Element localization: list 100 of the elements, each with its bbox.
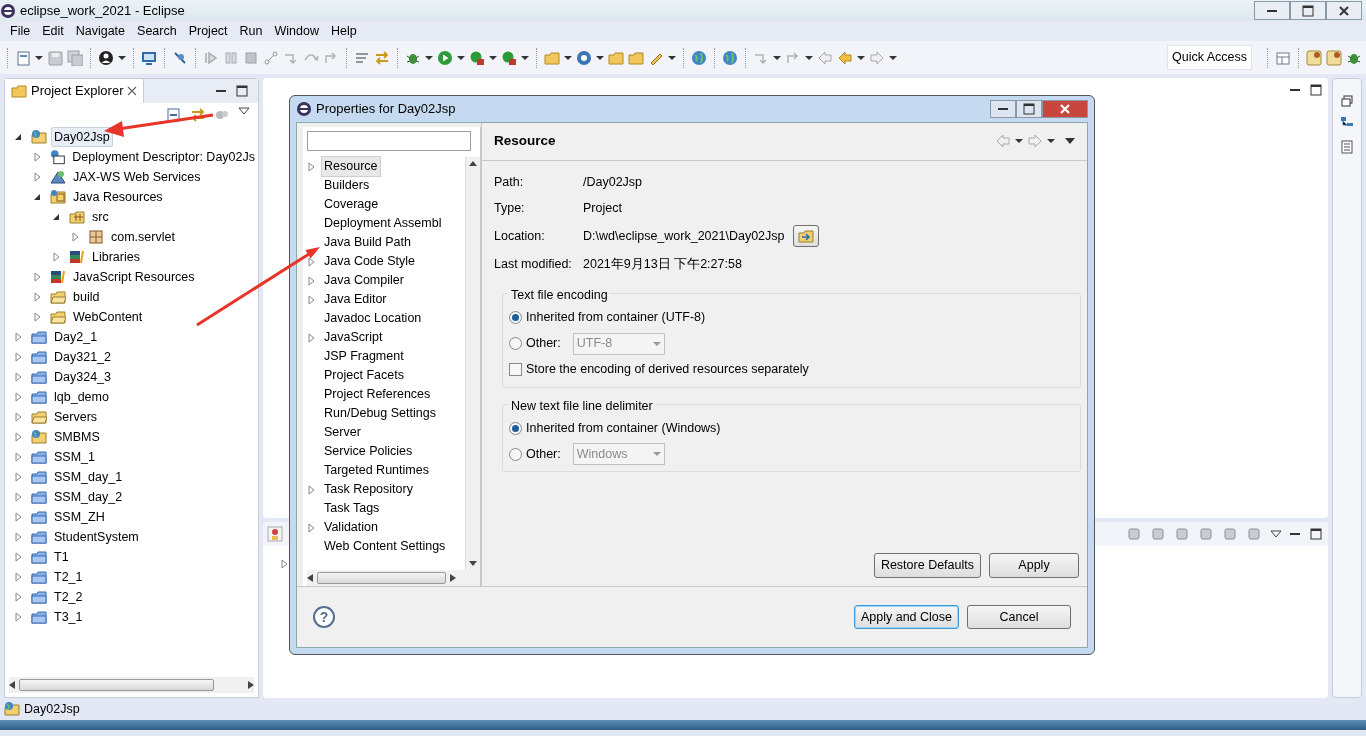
minimize-button[interactable] [990,99,1016,118]
tree-item[interactable]: StudentSystem [51,526,142,548]
nav-item[interactable]: Web Content Settings [321,536,449,557]
monitor-icon[interactable] [141,49,157,66]
tree-item[interactable]: Day324_3 [51,366,114,388]
menu-item[interactable]: Search [131,21,183,41]
dialog-button[interactable]: Apply and Close [853,604,959,630]
view-menu-icon[interactable] [1065,138,1075,145]
caret-icon[interactable] [489,55,497,60]
nav-item[interactable]: Java Compiler [321,270,407,291]
nav-item[interactable]: Java Editor [321,289,390,310]
menu-item[interactable]: Run [233,21,269,41]
menu-item[interactable]: Edit [36,21,70,41]
caret-icon[interactable] [668,55,676,60]
markers-icon[interactable] [267,526,283,542]
caret-icon[interactable] [805,55,813,60]
nav-item[interactable]: JavaScript [321,327,386,348]
tree-item[interactable]: T1 [51,546,72,568]
nav-item[interactable]: Java Build Path [321,232,414,253]
maximize-icon[interactable] [1308,526,1324,542]
nav-item[interactable]: Resource [321,156,381,177]
view-menu-icon[interactable] [238,107,250,115]
save-all-icon[interactable] [67,49,83,66]
help-button[interactable]: ? [313,606,335,628]
tree-item[interactable]: SSM_1 [51,446,98,468]
collapsed-arrow-icon[interactable] [307,294,317,305]
folder-icon[interactable] [628,49,644,66]
collapsed-arrow-icon[interactable] [307,484,317,495]
nav-item[interactable]: Java Code Style [321,251,419,272]
tree-item[interactable]: Day321_2 [51,346,114,368]
caret-icon[interactable] [521,55,529,60]
radio-button[interactable] [509,311,522,325]
filter-field[interactable] [307,130,471,151]
nav-item[interactable]: Task Tags [321,498,383,519]
tree-item[interactable]: SSM_day_2 [51,486,126,508]
caret-icon[interactable] [425,55,433,60]
nav-item[interactable]: Coverage [321,194,382,215]
menu-item[interactable]: File [4,21,37,41]
nav-item[interactable]: Javadoc Location [321,308,425,329]
nav-item[interactable]: Deployment Assembl [321,213,445,234]
tree-item[interactable]: T2_1 [51,566,86,588]
radio-button[interactable] [509,421,522,435]
restore-button[interactable] [1016,99,1042,118]
caret-icon[interactable] [35,55,43,60]
tree-item[interactable]: WebContent [70,306,146,328]
close-button[interactable] [1326,1,1362,20]
menu-item[interactable]: Help [324,21,363,41]
menu-item[interactable]: Project [182,21,234,41]
step-return-icon[interactable] [323,49,339,66]
swap-icon[interactable] [374,49,390,66]
tree-item[interactable]: T3_1 [51,606,86,628]
tree-item[interactable]: JAX-WS Web Services [70,166,204,188]
tree-item[interactable]: JavaScript Resources [70,266,198,288]
disconnect-icon[interactable] [263,49,279,66]
browse-button[interactable] [792,224,819,248]
scrollbar[interactable] [307,570,480,586]
caret-icon[interactable] [596,55,604,60]
radio-button[interactable] [509,447,522,461]
pause-icon[interactable] [223,49,239,66]
tree-item[interactable]: Day02Jsp [51,127,113,148]
tree-item[interactable]: src [89,206,112,228]
nav-item[interactable]: Validation [321,517,381,538]
maximize-icon[interactable] [234,83,250,99]
page-button[interactable]: Restore Defaults [873,553,981,578]
collapsed-arrow-icon[interactable] [307,275,317,286]
quick-access-field[interactable]: Quick Access [1166,45,1252,70]
caret-icon[interactable] [773,55,781,60]
tree-item[interactable]: com.servlet [108,226,178,248]
collapsed-arrow-icon[interactable] [307,256,317,267]
tree-item[interactable]: SSM_ZH [51,506,108,528]
caret-icon[interactable] [457,55,465,60]
scrollbar[interactable] [9,677,254,693]
nav-item[interactable]: Service Policies [321,441,416,462]
collapsed-arrow-icon[interactable] [307,332,317,343]
tree-item[interactable]: SSM_day_1 [51,466,126,488]
view-menu-icon[interactable] [1270,530,1282,538]
caret-icon[interactable] [564,55,572,60]
tree-item[interactable]: SMBMS [51,426,103,448]
tree-item[interactable]: build [70,286,103,308]
caret-icon[interactable] [1047,139,1055,144]
tree-item[interactable]: Servers [51,406,101,428]
caret-icon[interactable] [1015,139,1023,144]
nav-item[interactable]: Task Repository [321,479,416,500]
page-button[interactable]: Apply [989,553,1079,578]
menu-item[interactable]: Navigate [69,21,132,41]
nav-item[interactable]: Builders [321,175,373,196]
nav-item[interactable]: Project Facets [321,365,407,386]
tree-item[interactable]: Deployment Descriptor: Day02Js [69,146,258,168]
new-file-icon[interactable] [15,49,31,66]
tree-item[interactable]: Libraries [89,246,143,268]
tree-item[interactable]: lqb_demo [51,386,112,408]
nav-item[interactable]: JSP Fragment [321,346,407,367]
nav-item[interactable]: Run/Debug Settings [321,403,439,424]
menu-item[interactable]: Window [268,21,325,41]
perspective-icon[interactable] [1275,49,1291,66]
nav-item[interactable]: Targeted Runtimes [321,460,432,481]
tree-item[interactable]: T2_2 [51,586,86,608]
caret-icon[interactable] [857,55,865,60]
resume-icon[interactable] [203,49,219,66]
tree-item[interactable]: Java Resources [70,186,166,208]
